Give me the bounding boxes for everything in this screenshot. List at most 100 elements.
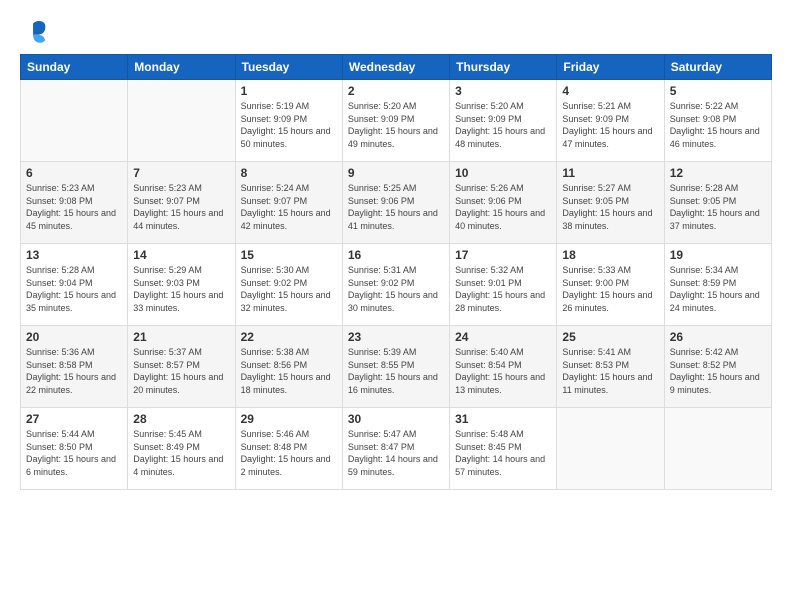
calendar-cell: 4 Sunrise: 5:21 AMSunset: 9:09 PMDaylight… [557,80,664,162]
day-info: Sunrise: 5:47 AMSunset: 8:47 PMDaylight:… [348,428,444,478]
calendar-cell: 1 Sunrise: 5:19 AMSunset: 9:09 PMDaylight… [235,80,342,162]
day-number: 8 [241,166,337,180]
day-info: Sunrise: 5:45 AMSunset: 8:49 PMDaylight:… [133,428,229,478]
calendar-header-friday: Friday [557,55,664,80]
day-info: Sunrise: 5:39 AMSunset: 8:55 PMDaylight:… [348,346,444,396]
logo [20,16,52,44]
calendar-cell: 10Sunrise: 5:26 AMSunset: 9:06 PMDayligh… [450,162,557,244]
day-number: 12 [670,166,766,180]
day-info: Sunrise: 5:44 AMSunset: 8:50 PMDaylight:… [26,428,122,478]
day-info: Sunrise: 5:33 AMSunset: 9:00 PMDaylight:… [562,264,658,314]
calendar-cell: 18 Sunrise: 5:33 AMSunset: 9:00 PMDayligh… [557,244,664,326]
day-info: Sunrise: 5:48 AMSunset: 8:45 PMDaylight:… [455,428,551,478]
calendar-cell [128,80,235,162]
calendar-cell: 6 Sunrise: 5:23 AMSunset: 9:08 PMDaylight… [21,162,128,244]
day-number: 25 [562,330,658,344]
logo-icon [20,16,48,44]
day-info: Sunrise: 5:46 AMSunset: 8:48 PMDaylight:… [241,428,337,478]
day-info: Sunrise: 5:32 AMSunset: 9:01 PMDaylight:… [455,264,551,314]
day-number: 15 [241,248,337,262]
calendar-cell: 3 Sunrise: 5:20 AMSunset: 9:09 PMDaylight… [450,80,557,162]
day-info: Sunrise: 5:29 AMSunset: 9:03 PMDaylight:… [133,264,229,314]
day-info: Sunrise: 5:34 AMSunset: 8:59 PMDaylight:… [670,264,766,314]
day-number: 20 [26,330,122,344]
day-info: Sunrise: 5:30 AMSunset: 9:02 PMDaylight:… [241,264,337,314]
day-info: Sunrise: 5:31 AMSunset: 9:02 PMDaylight:… [348,264,444,314]
calendar-cell: 14 Sunrise: 5:29 AMSunset: 9:03 PMDayligh… [128,244,235,326]
calendar-cell: 2Sunrise: 5:20 AMSunset: 9:09 PMDaylight… [342,80,449,162]
calendar-table: SundayMondayTuesdayWednesdayThursdayFrid… [20,54,772,490]
calendar-cell: 30Sunrise: 5:47 AMSunset: 8:47 PMDayligh… [342,408,449,490]
day-number: 23 [348,330,444,344]
calendar-week-row: 13Sunrise: 5:28 AMSunset: 9:04 PMDayligh… [21,244,772,326]
calendar-week-row: 20 Sunrise: 5:36 AMSunset: 8:58 PMDayligh… [21,326,772,408]
calendar-header-row: SundayMondayTuesdayWednesdayThursdayFrid… [21,55,772,80]
calendar-header-monday: Monday [128,55,235,80]
day-info: Sunrise: 5:22 AMSunset: 9:08 PMDaylight:… [670,100,766,150]
day-number: 9 [348,166,444,180]
day-number: 26 [670,330,766,344]
page: SundayMondayTuesdayWednesdayThursdayFrid… [0,0,792,612]
day-number: 17 [455,248,551,262]
calendar-cell: 5 Sunrise: 5:22 AMSunset: 9:08 PMDaylight… [664,80,771,162]
calendar-week-row: 6 Sunrise: 5:23 AMSunset: 9:08 PMDaylight… [21,162,772,244]
calendar-cell: 29 Sunrise: 5:46 AMSunset: 8:48 PMDayligh… [235,408,342,490]
day-number: 6 [26,166,122,180]
day-info: Sunrise: 5:27 AMSunset: 9:05 PMDaylight:… [562,182,658,232]
day-number: 13 [26,248,122,262]
day-number: 27 [26,412,122,426]
day-number: 19 [670,248,766,262]
calendar-cell [664,408,771,490]
day-info: Sunrise: 5:23 AMSunset: 9:07 PMDaylight:… [133,182,229,232]
day-number: 7 [133,166,229,180]
calendar-cell: 20 Sunrise: 5:36 AMSunset: 8:58 PMDayligh… [21,326,128,408]
day-info: Sunrise: 5:20 AMSunset: 9:09 PMDaylight:… [455,100,551,150]
calendar-cell: 28 Sunrise: 5:45 AMSunset: 8:49 PMDayligh… [128,408,235,490]
calendar-header-sunday: Sunday [21,55,128,80]
calendar-header-wednesday: Wednesday [342,55,449,80]
calendar-cell: 13Sunrise: 5:28 AMSunset: 9:04 PMDayligh… [21,244,128,326]
calendar-cell: 7 Sunrise: 5:23 AMSunset: 9:07 PMDaylight… [128,162,235,244]
day-info: Sunrise: 5:28 AMSunset: 9:05 PMDaylight:… [670,182,766,232]
calendar-cell: 9 Sunrise: 5:25 AMSunset: 9:06 PMDaylight… [342,162,449,244]
calendar-cell: 27 Sunrise: 5:44 AMSunset: 8:50 PMDayligh… [21,408,128,490]
day-number: 16 [348,248,444,262]
day-info: Sunrise: 5:40 AMSunset: 8:54 PMDaylight:… [455,346,551,396]
calendar-cell: 26Sunrise: 5:42 AMSunset: 8:52 PMDayligh… [664,326,771,408]
day-number: 28 [133,412,229,426]
day-number: 21 [133,330,229,344]
day-number: 31 [455,412,551,426]
day-info: Sunrise: 5:26 AMSunset: 9:06 PMDaylight:… [455,182,551,232]
calendar-cell [21,80,128,162]
day-info: Sunrise: 5:36 AMSunset: 8:58 PMDaylight:… [26,346,122,396]
calendar-cell: 23 Sunrise: 5:39 AMSunset: 8:55 PMDayligh… [342,326,449,408]
calendar-cell: 31 Sunrise: 5:48 AMSunset: 8:45 PMDayligh… [450,408,557,490]
calendar-cell: 12 Sunrise: 5:28 AMSunset: 9:05 PMDayligh… [664,162,771,244]
day-number: 29 [241,412,337,426]
day-info: Sunrise: 5:41 AMSunset: 8:53 PMDaylight:… [562,346,658,396]
calendar-cell [557,408,664,490]
calendar-cell: 16 Sunrise: 5:31 AMSunset: 9:02 PMDayligh… [342,244,449,326]
calendar-header-thursday: Thursday [450,55,557,80]
day-number: 18 [562,248,658,262]
day-number: 4 [562,84,658,98]
day-number: 3 [455,84,551,98]
calendar-cell: 24Sunrise: 5:40 AMSunset: 8:54 PMDayligh… [450,326,557,408]
calendar-cell: 11 Sunrise: 5:27 AMSunset: 9:05 PMDayligh… [557,162,664,244]
day-info: Sunrise: 5:21 AMSunset: 9:09 PMDaylight:… [562,100,658,150]
day-info: Sunrise: 5:23 AMSunset: 9:08 PMDaylight:… [26,182,122,232]
calendar-cell: 22Sunrise: 5:38 AMSunset: 8:56 PMDayligh… [235,326,342,408]
day-number: 22 [241,330,337,344]
calendar-header-tuesday: Tuesday [235,55,342,80]
day-info: Sunrise: 5:19 AMSunset: 9:09 PMDaylight:… [241,100,337,150]
day-info: Sunrise: 5:25 AMSunset: 9:06 PMDaylight:… [348,182,444,232]
day-number: 1 [241,84,337,98]
header [20,16,772,44]
day-number: 5 [670,84,766,98]
day-number: 2 [348,84,444,98]
calendar-cell: 25 Sunrise: 5:41 AMSunset: 8:53 PMDayligh… [557,326,664,408]
calendar-cell: 17 Sunrise: 5:32 AMSunset: 9:01 PMDayligh… [450,244,557,326]
calendar-cell: 21Sunrise: 5:37 AMSunset: 8:57 PMDayligh… [128,326,235,408]
day-number: 11 [562,166,658,180]
day-number: 14 [133,248,229,262]
